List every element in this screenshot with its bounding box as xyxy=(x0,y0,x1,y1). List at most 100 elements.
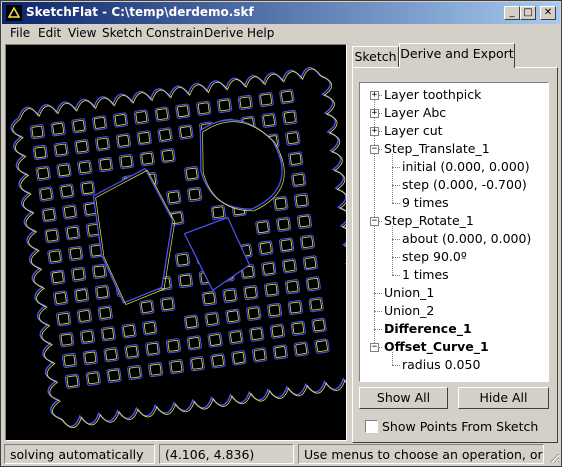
tree-item[interactable]: Offset_Curve_1 xyxy=(384,338,489,356)
grid-cell-yellow xyxy=(209,334,221,346)
tree-item[interactable]: Layer toothpick xyxy=(384,86,481,104)
size-grip-icon[interactable] xyxy=(548,451,560,463)
hide-all-button[interactable]: Hide All xyxy=(458,387,549,409)
tab-derive-and-export[interactable]: Derive and Export xyxy=(399,43,515,68)
grid-cell-yellow xyxy=(69,247,82,260)
collapse-icon[interactable]: − xyxy=(370,217,379,226)
grid-cell-yellow xyxy=(185,316,198,328)
minimize-button[interactable]: _ xyxy=(504,6,520,20)
grid-cell-yellow xyxy=(224,289,236,302)
menu-bar: File Edit View Sketch Constrain Derive H… xyxy=(2,24,560,42)
grid-cell-yellow xyxy=(51,271,64,284)
tree-connector xyxy=(392,275,400,276)
grid-cell-yellow xyxy=(138,132,151,144)
menu-view[interactable]: View xyxy=(68,26,96,40)
show-points-label: Show Points From Sketch xyxy=(382,419,539,434)
grid-cell-yellow xyxy=(141,301,153,314)
grid-cell-yellow xyxy=(141,152,154,165)
grid-cell-yellow xyxy=(295,194,308,207)
drawing-canvas[interactable] xyxy=(5,44,347,441)
tree-item[interactable]: 9 times xyxy=(402,194,449,212)
expand-icon[interactable]: + xyxy=(370,109,379,118)
tab-sketch[interactable]: Sketch xyxy=(352,46,399,68)
grid-cell-yellow xyxy=(120,155,133,168)
grid-cell-yellow xyxy=(274,346,287,358)
grid-cell-yellow xyxy=(191,357,204,370)
grid-cell-yellow xyxy=(52,122,65,135)
grid-cell-yellow xyxy=(176,253,189,266)
collapse-icon[interactable]: − xyxy=(370,343,379,352)
app-window: SketchFlat - C:\temp\derdemo.skf _ □ ✕ F… xyxy=(0,0,562,467)
grid-cell-yellow xyxy=(159,129,171,141)
grid-cell-yellow xyxy=(73,119,85,132)
grid-cell-yellow xyxy=(247,307,260,320)
grid-cell-yellow xyxy=(283,111,296,124)
show-all-button[interactable]: Show All xyxy=(359,387,448,409)
tree-item[interactable]: radius 0.050 xyxy=(402,356,480,374)
maximize-button[interactable]: □ xyxy=(520,6,536,20)
grid-cell-yellow xyxy=(31,125,44,138)
grid-cell-yellow xyxy=(135,111,148,123)
grid-cell-yellow xyxy=(123,325,135,337)
tree-item[interactable]: Union_2 xyxy=(384,302,434,320)
tree-item[interactable]: 1 times xyxy=(402,266,449,284)
menu-sketch[interactable]: Sketch xyxy=(102,26,142,40)
tree-connector xyxy=(374,329,382,330)
tree-item[interactable]: Step_Translate_1 xyxy=(384,140,490,158)
grid-cell-yellow xyxy=(96,137,109,150)
tree-connector xyxy=(374,293,382,294)
grid-cell-yellow xyxy=(188,188,201,201)
grid-cell-yellow xyxy=(78,161,91,174)
title-bar[interactable]: SketchFlat - C:\temp\derdemo.skf _ □ ✕ xyxy=(2,2,560,24)
tree-connector xyxy=(392,167,400,168)
grid-cell-yellow xyxy=(307,277,320,290)
grid-cell-yellow xyxy=(316,340,328,353)
show-points-checkbox[interactable] xyxy=(365,420,378,433)
grid-cell-yellow xyxy=(117,134,130,147)
tree-connector xyxy=(392,257,400,258)
grid-cell-yellow xyxy=(301,236,314,249)
grid-cell-yellow xyxy=(232,352,245,364)
grid-cell-yellow xyxy=(162,149,174,162)
tree-item[interactable]: Step_Rotate_1 xyxy=(384,212,474,230)
grid-cell-yellow xyxy=(43,209,55,221)
grid-cell-yellow xyxy=(257,221,269,234)
grid-cell-yellow xyxy=(72,268,85,281)
grid-cell-yellow xyxy=(126,345,138,358)
expand-icon[interactable]: + xyxy=(370,91,379,100)
grid-cell-yellow xyxy=(286,280,299,293)
tree-item[interactable]: step (0.000, -0.700) xyxy=(402,176,527,194)
close-button[interactable]: ✕ xyxy=(540,6,556,20)
grid-cell-yellow xyxy=(260,93,272,106)
grid-cell-yellow xyxy=(37,167,50,180)
grid-cell-yellow xyxy=(76,140,88,153)
grid-cell-yellow xyxy=(310,298,323,311)
grid-cell-yellow xyxy=(54,292,67,304)
derived-geometry-drawing xyxy=(10,67,346,428)
grid-cell-yellow xyxy=(93,117,106,129)
tree-item[interactable]: step 90.0º xyxy=(402,248,467,266)
grid-cell-yellow xyxy=(87,372,100,385)
menu-derive[interactable]: Derive xyxy=(204,26,243,40)
tree-item[interactable]: about (0.000, 0.000) xyxy=(402,230,531,248)
grid-cell-yellow xyxy=(46,229,58,242)
menu-edit[interactable]: Edit xyxy=(38,26,61,40)
derivation-tree[interactable]: Layer toothpick + Layer Abc + Layer cut + Step… xyxy=(359,82,549,382)
grid-cell-yellow xyxy=(96,286,109,299)
menu-constrain[interactable]: Constrain xyxy=(146,26,204,40)
tree-item[interactable]: Union_1 xyxy=(384,284,434,302)
status-coords: (4.106, 4.836) xyxy=(159,444,294,464)
grid-cell-yellow xyxy=(49,250,61,263)
tree-item[interactable]: initial (0.000, 0.000) xyxy=(402,158,530,176)
tree-item[interactable]: Layer cut xyxy=(384,122,443,140)
menu-help[interactable]: Help xyxy=(247,26,274,40)
expand-icon[interactable]: + xyxy=(370,127,379,136)
window-title: SketchFlat - C:\temp\derdemo.skf xyxy=(26,5,254,19)
grid-cell-yellow xyxy=(60,333,73,346)
menu-file[interactable]: File xyxy=(10,26,30,40)
tree-item[interactable]: Difference_1 xyxy=(384,320,472,338)
grid-cell-yellow xyxy=(177,105,189,118)
tree-item[interactable]: Layer Abc xyxy=(384,104,446,122)
collapse-icon[interactable]: − xyxy=(370,145,379,154)
sketchflat-app-icon xyxy=(6,5,22,21)
